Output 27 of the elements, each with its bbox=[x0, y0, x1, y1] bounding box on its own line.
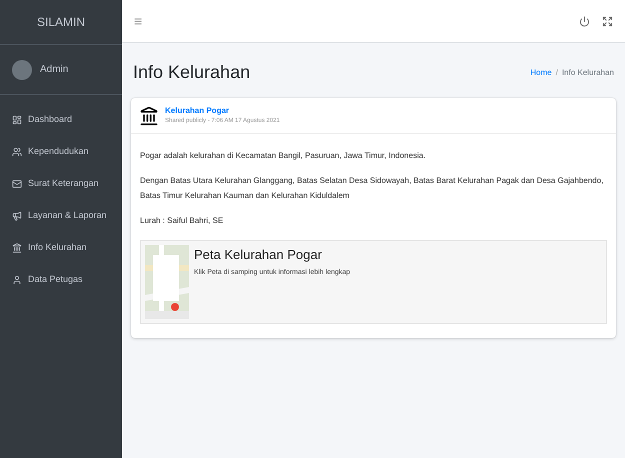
power-icon[interactable] bbox=[579, 16, 590, 26]
nav-item[interactable]: Kependudukan bbox=[8, 139, 114, 165]
card-title-link[interactable]: Kelurahan Pogar bbox=[165, 105, 280, 117]
mail-icon bbox=[12, 179, 22, 189]
paragraph: Lurah : Saiful Bahri, SE bbox=[140, 215, 224, 227]
nav-item[interactable]: Data Petugas bbox=[8, 267, 114, 293]
megaphone-icon bbox=[12, 211, 22, 221]
breadcrumb-link[interactable]: Home bbox=[530, 66, 552, 78]
building-icon bbox=[12, 243, 22, 253]
page-title: Info Kelurahan bbox=[133, 61, 250, 84]
avatar-icon bbox=[12, 60, 32, 80]
paragraph: Dengan Batas Utara Kelurahan Glanggang, Batas Selatan Desa Sidowayah, Batas Barat Kelurahan Pagak dan Desa Gajahbendo, Batas Timur Kelurahan Kauman dan Kelurahan Kiduldalem bbox=[140, 175, 604, 202]
nav-item[interactable]: Layanan & Laporan bbox=[8, 203, 114, 229]
user-icon bbox=[12, 275, 22, 285]
fullscreen-icon[interactable] bbox=[602, 16, 613, 26]
nav-item[interactable]: Surat Keterangan bbox=[8, 171, 114, 197]
users-icon bbox=[12, 147, 22, 157]
nav-item[interactable]: Info Kelurahan bbox=[8, 235, 114, 261]
brand-name[interactable]: SILAMIN bbox=[36, 13, 85, 31]
paragraph: Pogar adalah kelurahan di Kecamatan Bangil, Pasuruan, Jawa Timur, Indonesia. bbox=[140, 150, 427, 162]
dashboard-icon bbox=[12, 115, 22, 125]
user-name[interactable]: Admin bbox=[40, 62, 68, 77]
map-title: Peta Kelurahan Pogar bbox=[194, 246, 323, 264]
breadcrumb-current: Info Kelurahan bbox=[562, 66, 614, 78]
nav-item[interactable]: Dashboard bbox=[8, 107, 114, 133]
breadcrumb-separator: / bbox=[556, 66, 558, 78]
building-icon bbox=[139, 106, 159, 126]
